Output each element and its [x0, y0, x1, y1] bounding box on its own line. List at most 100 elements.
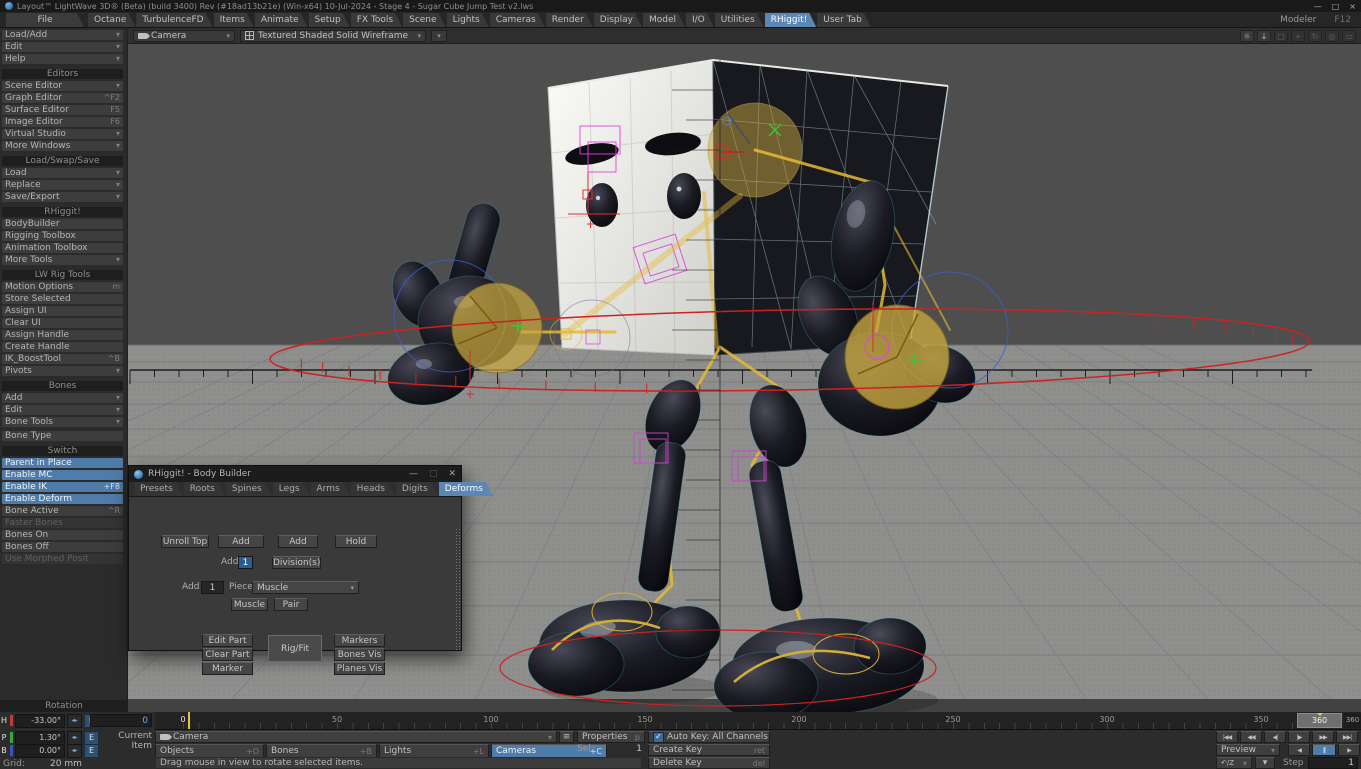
menu-tab[interactable]: Animate [255, 13, 308, 27]
sidebar-item[interactable]: Edit ▾ [2, 405, 123, 415]
menu-tab[interactable]: I/O [686, 13, 714, 27]
sidebar-item[interactable]: Save/Export ▾ [2, 192, 123, 202]
visibility-toggle-button[interactable]: Planes Vis [334, 662, 385, 675]
sidebar-item[interactable]: Use Morphed Posit [2, 554, 123, 564]
menu-tab[interactable]: Model [643, 13, 685, 27]
sidebar-item[interactable]: Bone Tools ▾ [2, 417, 123, 427]
sidebar-item[interactable]: Assign UI [2, 306, 123, 316]
playback-options-dropdown[interactable]: ▾ [1255, 757, 1275, 769]
item-type-button[interactable]: Lights +L [379, 744, 489, 758]
sidebar-item[interactable]: Edit ▾ [2, 42, 123, 52]
item-list-icon[interactable]: ≡ [559, 731, 574, 743]
sidebar-item[interactable]: Bone Active ^R [2, 506, 123, 516]
current-item-dropdown[interactable]: Camera ▾ [155, 731, 557, 743]
menu-tab[interactable]: RHiggit! [765, 13, 817, 27]
menu-tab[interactable]: User Tab [817, 13, 871, 27]
dialog-tab[interactable]: Legs [273, 482, 310, 496]
current-frame-field[interactable]: 0 [90, 714, 152, 727]
menu-tab[interactable]: Utilities [715, 13, 764, 27]
sidebar-item[interactable]: More Tools ▾ [2, 255, 123, 265]
dialog-tab[interactable]: Presets [134, 482, 183, 496]
delete-key-button[interactable]: Delete Key del [648, 757, 770, 769]
sidebar-item[interactable]: Faster Bones [2, 518, 123, 528]
viewport-nav-icon[interactable]: ↻ [1308, 29, 1322, 42]
sidebar-item[interactable]: Animation Toolbox [2, 243, 123, 253]
timeline-end-field[interactable]: 360 [1344, 713, 1361, 728]
dialog-tab[interactable]: Digits [396, 482, 438, 496]
viewport-nav-icon[interactable]: □ [1274, 29, 1288, 42]
menu-tab[interactable]: Scene [403, 13, 445, 27]
sidebar-item[interactable]: Bones On [2, 530, 123, 540]
preview-dropdown[interactable]: Preview ▾ [1216, 744, 1280, 756]
sidebar-item[interactable]: LW Rig Tools [2, 270, 123, 280]
mini-slider-button[interactable]: ◂▸ [67, 713, 82, 728]
timeline-end-handle[interactable]: 360 [1297, 713, 1342, 728]
mini-slider-button[interactable]: ◂▸ [67, 743, 82, 758]
dialog-resize-grip[interactable] [455, 528, 461, 650]
timeline-ruler[interactable]: 0 50 100 150 200 250 300 350 360 360 [155, 712, 1361, 730]
sidebar-item[interactable]: Editors [2, 69, 123, 79]
sidebar-item[interactable]: Load ▾ [2, 168, 123, 178]
transport-button[interactable]: |◀◀ [1216, 731, 1238, 743]
dialog-tab[interactable]: Spines [226, 482, 272, 496]
menu-tab[interactable]: Items [214, 13, 254, 27]
visibility-toggle-button[interactable]: Markers Vis [334, 634, 385, 647]
menu-tab[interactable]: Render [546, 13, 593, 27]
file-menu-button[interactable]: File [6, 13, 84, 27]
play-forward-button[interactable]: ▶ [1338, 744, 1360, 756]
menu-tab[interactable]: Cameras [490, 13, 545, 27]
menu-tab[interactable]: FX Tools [351, 13, 402, 27]
sidebar-item[interactable]: Add ▾ [2, 393, 123, 403]
sidebar-item[interactable]: Image Editor F6 [2, 117, 123, 127]
sidebar-item[interactable]: More Windows ▾ [2, 141, 123, 151]
sidebar-item[interactable]: Virtual Studio ▾ [2, 129, 123, 139]
transport-button[interactable]: ◀◀ [1240, 731, 1262, 743]
mini-slider-button[interactable]: ◂▸ [67, 730, 82, 745]
envelope-button[interactable]: E [84, 743, 99, 758]
sidebar-item[interactable]: Replace ▾ [2, 180, 123, 190]
channel-value-field[interactable]: 0.00° [15, 743, 65, 758]
window-minimize-button[interactable]: — [1314, 2, 1322, 11]
auto-key-dropdown[interactable]: ✓ Auto Key: All Channels ▾ [648, 731, 770, 743]
dialog-minimize-button[interactable]: — [409, 469, 418, 479]
dialog-tab[interactable]: Deforms [439, 482, 493, 496]
sidebar-item[interactable]: Assign Handle [2, 330, 123, 340]
sidebar-item[interactable]: Enable IK +F8 [2, 482, 123, 492]
dialog-close-button[interactable]: ✕ [448, 469, 456, 479]
sidebar-item[interactable]: Rigging Toolbox [2, 231, 123, 241]
transport-button[interactable]: |▶ [1288, 731, 1310, 743]
item-type-button[interactable]: Objects +O [155, 744, 264, 758]
menu-tab[interactable]: Octane [88, 13, 135, 27]
menu-tab[interactable]: Lights [447, 13, 489, 27]
save-view-icon[interactable]: ↓ [1257, 29, 1271, 42]
timeline-current-frame-marker[interactable] [188, 712, 190, 729]
sidebar-item[interactable]: Scene Editor ▾ [2, 81, 123, 91]
envelope-button[interactable]: E [84, 730, 99, 745]
create-key-button[interactable]: Create Key ret [648, 744, 770, 756]
dialog-maximize-button[interactable]: □ [429, 469, 438, 479]
sidebar-item[interactable]: Enable MC [2, 470, 123, 480]
sidebar-item[interactable]: Bones Off [2, 542, 123, 552]
gear-icon[interactable]: ☼ [1240, 29, 1254, 42]
step-field[interactable]: 1 [1308, 757, 1358, 769]
part-action-button[interactable]: Marker Sym [202, 662, 253, 675]
dialog-tab[interactable]: Heads [351, 482, 395, 496]
transport-button[interactable]: ▶▶ [1312, 731, 1334, 743]
sidebar-item[interactable]: Bone Type [2, 431, 123, 441]
modeler-button[interactable]: Modeler [1280, 15, 1316, 25]
viewport-render-mode-dropdown[interactable]: Textured Shaded Solid Wireframe ▾ [240, 29, 426, 42]
sidebar-item[interactable]: Parent in Place [2, 458, 123, 468]
play-reverse-button[interactable]: ◀ [1288, 744, 1310, 756]
sidebar-item[interactable]: IK_BoostTool ^B [2, 354, 123, 364]
sidebar-item[interactable]: Help ▾ [2, 54, 123, 64]
sidebar-item[interactable]: Create Handle [2, 342, 123, 352]
viewport-nav-icon[interactable]: ▭ [1342, 29, 1356, 42]
sidebar-item[interactable]: Bones [2, 381, 123, 391]
auto-key-checkbox[interactable]: ✓ [653, 732, 664, 742]
properties-button[interactable]: Properties p [577, 731, 645, 743]
sidebar-item[interactable]: Enable Deform [2, 494, 123, 504]
channel-value-field[interactable]: -33.00° [15, 713, 65, 728]
window-maximize-button[interactable]: □ [1332, 2, 1340, 11]
viewport-nav-icon[interactable]: + [1291, 29, 1305, 42]
sidebar-item[interactable]: BodyBuilder [2, 219, 123, 229]
